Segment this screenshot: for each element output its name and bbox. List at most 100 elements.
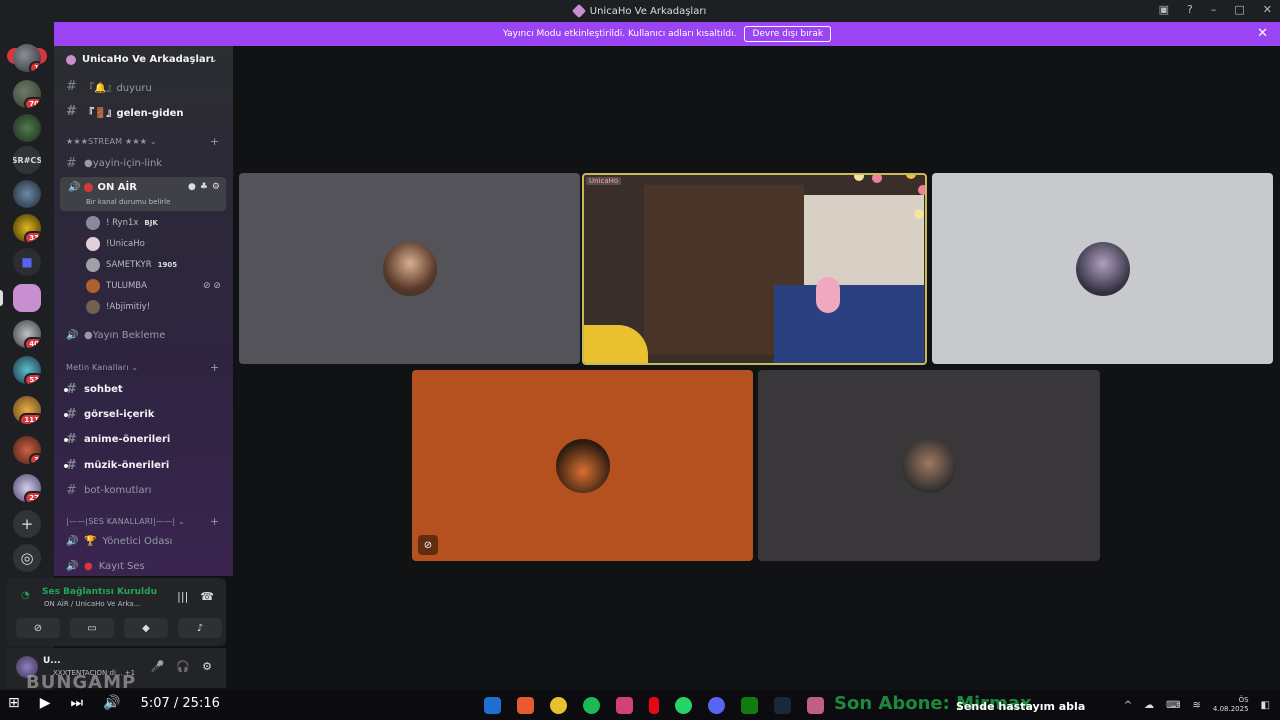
microphone-icon[interactable]: 🎤: [151, 660, 165, 673]
volume-icon[interactable]: 🔊: [103, 695, 120, 711]
camera-tile[interactable]: UnicaHo: [582, 173, 927, 365]
participant-tile[interactable]: ⊘: [412, 370, 753, 561]
trophy-icon: 🏆: [84, 536, 97, 547]
add-server-icon[interactable]: +: [13, 510, 41, 538]
hash-icon: #: [66, 156, 77, 171]
instagram-icon[interactable]: [616, 697, 633, 714]
voice-channel-yayin-bekleme[interactable]: 🔊 ●Yayın Bekleme: [66, 330, 165, 341]
voice-user[interactable]: ! Ryn1x BJK: [86, 216, 158, 230]
channel-gorsel-icerik[interactable]: # görsel-içerik: [64, 407, 154, 422]
whatsapp-icon[interactable]: [675, 697, 692, 714]
minimize-button[interactable]: –: [1211, 3, 1217, 16]
mention-badge: 53: [24, 373, 41, 384]
avatar: [902, 438, 956, 493]
channel-muzik-onerileri[interactable]: # müzik-önerileri: [64, 458, 169, 473]
inbox-icon[interactable]: ▣: [1159, 3, 1169, 16]
invite-icon[interactable]: ♣: [200, 182, 208, 192]
gear-icon[interactable]: ⚙: [202, 660, 212, 673]
taskbar-apps: [484, 697, 824, 714]
channel-label: ●Yayın Bekleme: [84, 330, 166, 341]
discord-icon[interactable]: [708, 697, 725, 714]
server-icon[interactable]: 33: [13, 214, 41, 242]
server-icon[interactable]: 27: [13, 474, 41, 502]
server-icon-active[interactable]: [13, 284, 41, 312]
category-text[interactable]: Metin Kanalları ⌄ +: [66, 361, 219, 374]
folder-icon[interactable]: ■: [13, 248, 41, 276]
channel-duyuru[interactable]: # 『🔔』duyuru: [66, 79, 152, 94]
voice-stage: UnicaHo ⊘: [233, 46, 1280, 690]
steam-icon[interactable]: [774, 697, 791, 714]
headphones-icon[interactable]: 🎧: [176, 660, 190, 673]
voice-status[interactable]: Ses Bağlantısı Kuruldu: [42, 587, 157, 597]
category-stream[interactable]: ★★★STREAM ★★★ ⌄ +: [66, 135, 219, 148]
app-icon[interactable]: [807, 697, 824, 714]
voice-channel-yonetici[interactable]: 🔊 🏆 Yönetici Odası: [66, 536, 172, 547]
server-icon[interactable]: 3: [13, 436, 41, 464]
channel-status[interactable]: Bir kanal durumu belirle: [86, 198, 170, 206]
discover-icon[interactable]: ◎: [13, 544, 41, 572]
user-name: ! Ryn1x: [106, 218, 139, 228]
channel-yayin-link[interactable]: # ●yayin-için-link: [66, 156, 162, 171]
spotify-icon[interactable]: [583, 697, 600, 714]
add-channel-icon[interactable]: +: [210, 135, 219, 148]
voice-user[interactable]: TULUMBA ⊘ ⊘: [86, 279, 221, 293]
next-icon[interactable]: ⏭: [71, 695, 84, 711]
channel-anime-onerileri[interactable]: # anime-önerileri: [64, 432, 170, 447]
close-icon[interactable]: ✕: [1257, 26, 1268, 41]
channel-sohbet[interactable]: # sohbet: [64, 382, 123, 397]
gear-icon[interactable]: ⚙: [212, 182, 220, 192]
brave-icon[interactable]: [517, 697, 534, 714]
participant-tile[interactable]: [758, 370, 1100, 561]
chrome-icon[interactable]: [550, 697, 567, 714]
netflix-icon[interactable]: [649, 697, 659, 714]
chevron-up-icon[interactable]: ^: [1124, 700, 1132, 711]
server-icon[interactable]: 40: [13, 320, 41, 348]
outlook-icon[interactable]: [484, 697, 501, 714]
activity-button[interactable]: ◆: [124, 618, 168, 638]
user-name[interactable]: U...: [43, 656, 61, 666]
voice-channel-kayit[interactable]: 🔊 ● Kayıt Ses: [66, 561, 145, 572]
channel-bot-komutlari[interactable]: # bot-komutları: [66, 483, 151, 498]
windows-start-icon[interactable]: ⊞: [8, 695, 20, 711]
keyboard-icon[interactable]: ⌨: [1166, 700, 1180, 711]
add-channel-icon[interactable]: +: [210, 361, 219, 374]
notice-text: Yayıncı Modu etkinleştirildi. Kullanıcı …: [502, 29, 737, 39]
add-channel-icon[interactable]: +: [210, 515, 219, 528]
soundboard-button[interactable]: ♪: [178, 618, 222, 638]
server-icon[interactable]: [13, 114, 41, 142]
close-button[interactable]: ✕: [1263, 3, 1272, 16]
headphones-object: [816, 277, 840, 313]
chat-icon[interactable]: ●: [188, 182, 196, 192]
voice-user[interactable]: !UnicaHo: [86, 237, 145, 251]
xbox-icon[interactable]: [741, 697, 758, 714]
avatar: [86, 216, 100, 230]
help-icon[interactable]: ?: [1187, 3, 1193, 16]
play-icon[interactable]: ▶: [40, 695, 51, 711]
wifi-icon[interactable]: ≋: [1193, 700, 1201, 711]
participant-tile[interactable]: [239, 173, 580, 364]
disable-streamer-mode-button[interactable]: Devre dışı bırak: [744, 26, 832, 42]
noise-suppression-icon[interactable]: |||: [177, 590, 188, 603]
channel-gelen-giden[interactable]: # 『🚪』gelen-giden: [66, 104, 184, 119]
server-icon[interactable]: 70: [13, 80, 41, 108]
server-icon[interactable]: 1: [13, 44, 41, 72]
voice-channel-on-air[interactable]: 🔊 ON AİR ● ♣ ⚙ Bir kanal durumu belirle: [60, 177, 226, 211]
server-icon[interactable]: [13, 180, 41, 208]
channel-label: Kayıt Ses: [98, 561, 145, 572]
server-header[interactable]: UnicaHo Ve Arkadaşları ⌄: [66, 54, 218, 65]
participant-tile[interactable]: [932, 173, 1273, 364]
disconnect-icon[interactable]: ☎: [200, 590, 214, 603]
voice-user[interactable]: SAMETKYR 1905: [86, 258, 177, 272]
maximize-button[interactable]: □: [1234, 3, 1244, 16]
cloud-icon[interactable]: ☁: [1144, 700, 1154, 711]
clock[interactable]: ÖS 4.08.2025: [1213, 696, 1249, 714]
screen-share-button[interactable]: ▭: [70, 618, 114, 638]
category-voice[interactable]: |——|SES KANALLARI|——| ⌄ +: [66, 515, 219, 528]
server-icon[interactable]: 111: [13, 396, 41, 424]
notification-icon[interactable]: ◧: [1261, 700, 1270, 711]
server-icon[interactable]: SR#CS: [13, 146, 41, 174]
camera-button[interactable]: ⊘: [16, 618, 60, 638]
voice-user[interactable]: !Abjimitiy!: [86, 300, 150, 314]
voice-location[interactable]: ON AİR / UnicaHo Ve Arka...: [44, 600, 140, 608]
server-icon[interactable]: 53: [13, 356, 41, 384]
